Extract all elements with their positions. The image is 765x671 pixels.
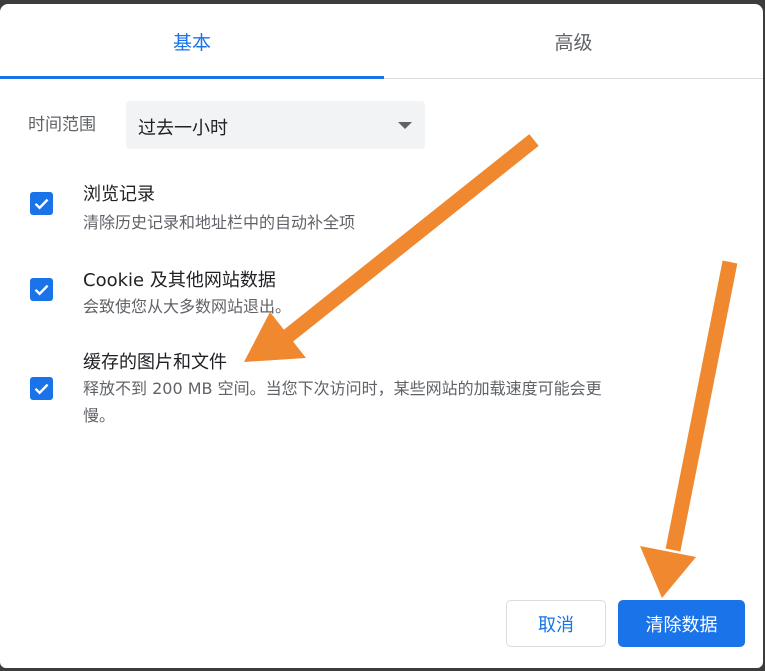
time-range-value: 过去一小时 [138,118,228,139]
active-tab-indicator [0,76,384,79]
cached-images-description-line2: 慢。 [83,406,116,425]
tab-advanced[interactable]: 高级 [384,4,763,78]
tab-bar: 基本 高级 [0,4,763,79]
browsing-history-title: 浏览记录 [83,184,155,205]
check-icon [34,383,49,395]
time-range-label: 时间范围 [28,115,96,135]
clear-data-button[interactable]: 清除数据 [618,600,745,647]
cookies-title: Cookie 及其他网站数据 [83,270,276,291]
cached-images-title: 缓存的图片和文件 [83,352,227,373]
check-icon [34,284,49,296]
cached-images-checkbox[interactable] [30,377,53,400]
check-icon [34,198,49,210]
cookies-checkbox[interactable] [30,278,53,301]
tab-basic-label: 基本 [172,31,211,54]
tab-basic[interactable]: 基本 [0,4,384,78]
browsing-history-description: 清除历史记录和地址栏中的自动补全项 [83,213,356,232]
browsing-history-checkbox[interactable] [30,192,53,215]
cancel-button[interactable]: 取消 [506,600,606,647]
clear-browsing-data-dialog: 基本 高级 时间范围 过去一小时 浏览记录 清除历史记录和地址栏中的自动补全项 … [0,4,763,668]
time-range-select[interactable]: 过去一小时 [126,101,425,149]
cached-images-description-line1: 释放不到 200 MB 空间。当您下次访问时，某些网站的加载速度可能会更 [83,379,602,398]
cookies-description: 会致使您从大多数网站退出。 [83,297,292,316]
dropdown-arrow-icon [398,122,412,129]
tab-advanced-label: 高级 [554,31,593,54]
